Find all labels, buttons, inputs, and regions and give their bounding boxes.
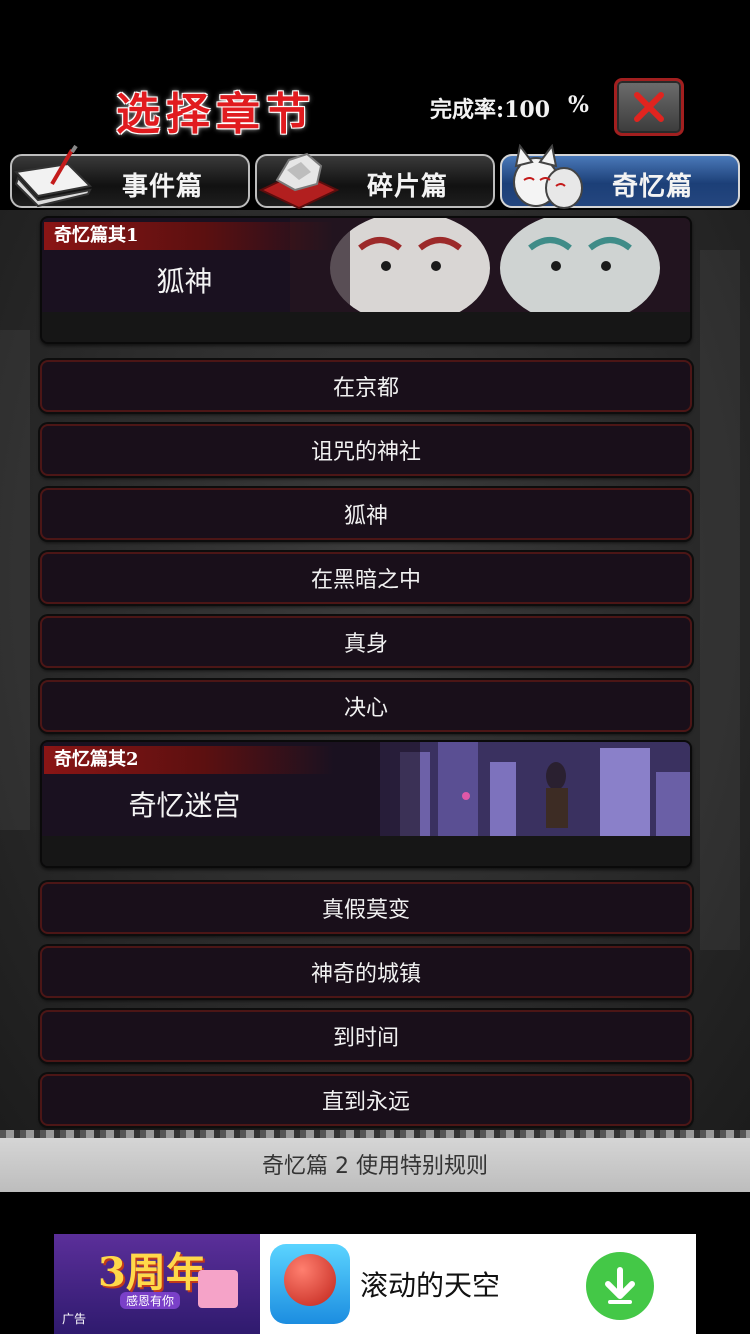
chapter-tag: 奇忆篇其1 [44,222,334,250]
episode-item[interactable]: 真身 [40,616,692,668]
tab-fragments-label: 碎片篇 [367,172,449,202]
ad-badge-text: 3周年 [98,1249,206,1296]
chapter-bottom-bar [42,312,690,342]
chapter-header[interactable]: 奇忆篇其2 奇忆迷宫 [40,740,692,868]
episode-item[interactable]: 神奇的城镇 [40,946,692,998]
completion-rate: 完成率:100 % [430,92,589,124]
download-button[interactable] [586,1252,654,1320]
page-title: 选择章节 [116,89,316,140]
fox-mask-icon [513,144,583,209]
episode-item[interactable]: 在京都 [40,360,692,412]
chapter-title: 奇忆迷宫 [128,789,241,822]
ball-icon [284,1254,336,1306]
tab-incident[interactable]: 事件篇 [10,144,250,208]
ad-badge-subtext: 感恩有你 [120,1292,181,1309]
close-button[interactable] [614,78,684,136]
episode-item[interactable]: 到时间 [40,1010,692,1062]
tab-memories-label: 奇忆篇 [612,172,694,202]
chapter-header[interactable]: 奇忆篇其1 狐神 [40,216,692,344]
panel-texture [0,330,30,830]
ad-label: 广告 [62,1312,87,1326]
cake-icon [198,1270,238,1308]
tab-fragments[interactable]: 碎片篇 [255,152,495,210]
episode-item[interactable]: 决心 [40,680,692,732]
chapter-bottom-bar [42,836,690,866]
fragments-icon [258,152,340,210]
app-screen: 选择章节 完成率:100 % 事件篇 碎片篇 奇忆篇 奇忆篇其1 狐神 在京都 … [0,0,750,1334]
city-night-art [380,742,690,840]
episode-item[interactable]: 在黑暗之中 [40,552,692,604]
fox-masks-art [290,218,690,316]
app-icon[interactable] [270,1244,350,1324]
notebook-icon [13,144,93,208]
completion-rate-unit: % [568,92,589,118]
episode-item[interactable]: 直到永远 [40,1074,692,1126]
chapter-title: 狐神 [156,265,213,298]
episode-item[interactable]: 狐神 [40,488,692,540]
download-icon [605,1267,635,1304]
tab-incident-label: 事件篇 [122,172,204,202]
special-rule-banner: 奇忆篇 2 使用特别规则 [0,1130,750,1192]
chapter-list-panel[interactable]: 奇忆篇其1 狐神 在京都 诅咒的神社 狐神 在黑暗之中 真身 决心 奇忆篇其2 … [0,210,750,1134]
ad-banner[interactable]: 3周年 感恩有你 广告 滚动的天空 [54,1234,696,1334]
ad-anniversary-image: 3周年 感恩有你 广告 [54,1234,260,1334]
ad-app-name[interactable]: 滚动的天空 [360,1264,500,1304]
close-icon [634,92,664,122]
panel-texture [700,250,740,950]
chapter-tag: 奇忆篇其2 [44,746,334,774]
episode-item[interactable]: 真假莫变 [40,882,692,934]
completion-rate-value: 完成率:100 [430,97,551,123]
episode-item[interactable]: 诅咒的神社 [40,424,692,476]
tab-memories[interactable]: 奇忆篇 [500,144,740,209]
